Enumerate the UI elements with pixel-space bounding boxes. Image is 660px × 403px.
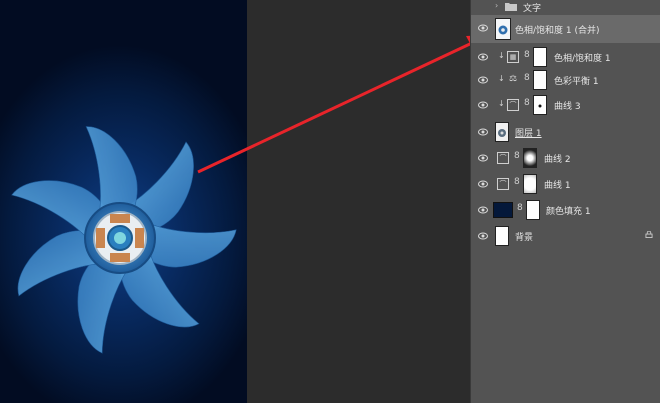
motor-shaft [114,232,126,244]
layer-name: 背景 [515,233,534,243]
layer-name: 色相/饱和度 1 [554,54,611,64]
layer-thumbnail [495,122,509,142]
layer-mask-thumbnail [533,47,547,67]
hue-saturation-adjustment-icon: ▦ [507,51,519,63]
layer-name: 图层 1 [515,129,542,139]
chain-link-icon[interactable]: 8 [517,203,523,213]
fan-image [11,126,237,354]
layer-mask-thumbnail [523,174,537,194]
layer-name: 颜色填充 1 [546,207,591,217]
motor-coil-top [110,214,130,223]
motor-coil-bottom [110,253,130,262]
layer-thumbnail [495,18,511,40]
layer-mask-thumbnail [533,95,547,115]
layer-mask-thumbnail [533,70,547,90]
layer-row-layer-1[interactable]: 图层 1 [471,119,660,145]
layer-row-color-fill-1[interactable]: 8 颜色填充 1 [471,197,660,223]
lock-icon [645,231,653,238]
layer-row-color-balance[interactable]: ↓ ⚖ 8 色彩平衡 1 [471,67,660,93]
eye-icon[interactable] [478,100,488,110]
layer-row-curves-1[interactable]: ⌒ 8 曲线 1 [471,171,660,197]
layer-name: 曲线 3 [554,102,581,112]
layer-row-curves-2[interactable]: ⌒ 8 曲线 2 [471,145,660,171]
eye-icon[interactable] [478,231,488,241]
eye-icon[interactable] [478,179,488,189]
chevron-right-icon[interactable]: › [495,1,498,10]
layer-name: 色相/饱和度 1 (合并) [515,26,600,36]
layer-thumbnail [495,226,509,246]
eye-icon[interactable] [478,205,488,215]
folder-icon [505,3,517,11]
layer-group-name: 文字 [523,4,542,14]
curves-adjustment-icon: ⌒ [497,152,509,164]
fill-color-swatch [493,202,513,218]
motor-coil-right [135,228,144,248]
clip-arrow-icon: ↓ [498,99,505,108]
eye-icon[interactable] [478,52,488,62]
layer-row-hue-saturation-merged[interactable]: 色相/饱和度 1 (合并) [471,15,660,43]
eye-icon[interactable] [478,23,488,33]
clip-arrow-icon: ↓ [498,74,505,83]
chain-link-icon[interactable]: 8 [514,151,520,161]
layer-mask-thumbnail [526,200,540,220]
eye-icon[interactable] [478,127,488,137]
layer-row-curves-3[interactable]: ↓ ⌒ 8 曲线 3 [471,92,660,118]
layer-name: 色彩平衡 1 [554,77,599,87]
layer-name: 曲线 2 [544,155,571,165]
color-balance-adjustment-icon: ⚖ [508,74,518,84]
layers-panel: › 文字 色相/饱和度 1 (合并) ↓ ▦ 8 色相/饱和度 1 ↓ ⚖ 8 … [470,0,660,403]
eye-icon[interactable] [478,153,488,163]
chain-link-icon[interactable]: 8 [514,177,520,187]
clip-arrow-icon: ↓ [498,51,505,60]
curves-adjustment-icon: ⌒ [507,99,519,111]
chain-link-icon[interactable]: 8 [524,73,530,83]
chain-link-icon[interactable]: 8 [524,98,530,108]
layer-mask-thumbnail [523,148,537,168]
layer-name: 曲线 1 [544,181,571,191]
pasteboard [247,0,470,403]
curves-adjustment-icon: ⌒ [497,178,509,190]
document-canvas[interactable] [0,0,247,403]
chain-link-icon[interactable]: 8 [524,50,530,60]
eye-icon[interactable] [478,75,488,85]
motor-coil-left [96,228,105,248]
layer-row-background[interactable]: 背景 [471,223,660,249]
layer-group-row[interactable]: › 文字 [471,0,660,14]
